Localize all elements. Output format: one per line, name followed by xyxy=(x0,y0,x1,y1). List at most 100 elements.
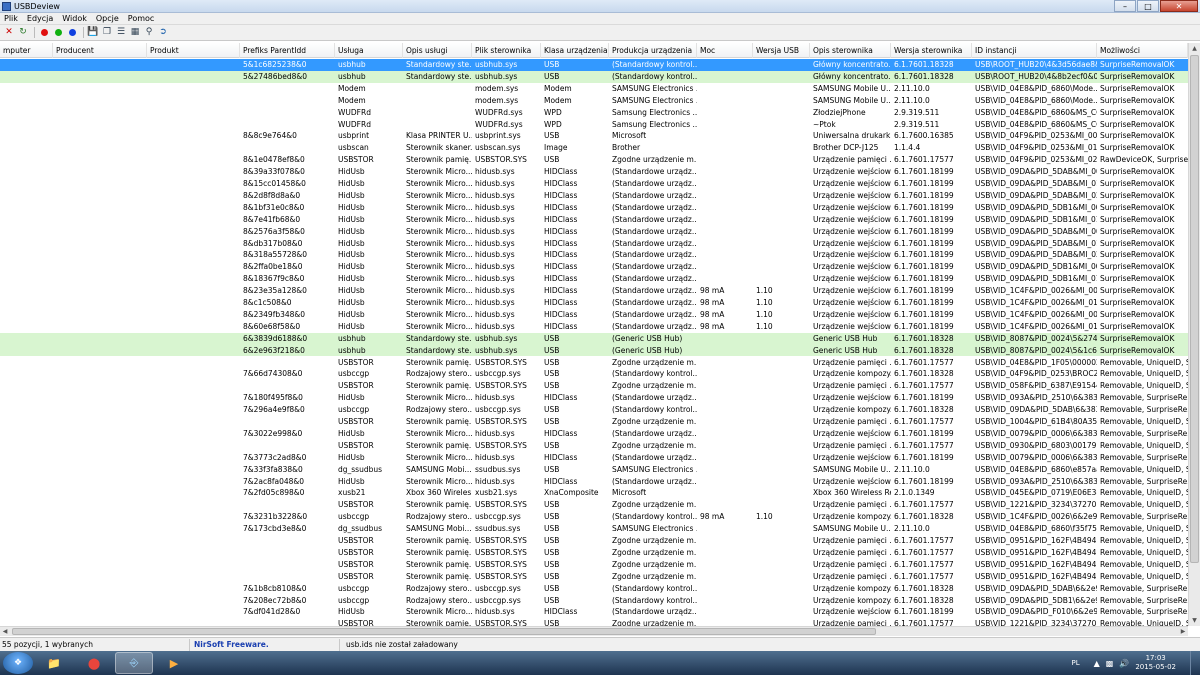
table-row[interactable]: 7&33f3fa838&0 dg_ssudbus SAMSUNG Mobi... ss… xyxy=(0,464,1188,476)
table-row[interactable]: 7&2ac8fa048&0 HidUsb Sterownik Micro... hid… xyxy=(0,476,1188,488)
table-row[interactable]: Modem modem.sys Modem SAMSUNG Electronics .… xyxy=(0,95,1188,107)
table-row[interactable]: 8&2d8f8d8a&0 HidUsb Sterownik Micro... hidu… xyxy=(0,190,1188,202)
table-row[interactable]: 8&1bf31e0c8&0 HidUsb Sterownik Micro... hid… xyxy=(0,202,1188,214)
table-row[interactable]: 7&3773c2ad8&0 HidUsb Sterownik Micro... hid… xyxy=(0,452,1188,464)
menu-opcje[interactable]: Opcje xyxy=(96,14,119,23)
find-icon[interactable]: ⚲ xyxy=(143,27,155,39)
maximize-button[interactable]: □ xyxy=(1137,0,1159,12)
table-row[interactable]: 8&2349fb348&0 HidUsb Sterownik Micro... hid… xyxy=(0,309,1188,321)
vertical-scrollbar[interactable]: ▲ ▼ xyxy=(1188,43,1200,626)
table-row[interactable]: 7&2fd05c898&0 xusb21 Xbox 360 Wireles... xu… xyxy=(0,487,1188,499)
table-row[interactable]: 7&1b8cb8108&0 usbccgp Rodzajowy stero... us… xyxy=(0,583,1188,595)
usbdeview-icon[interactable]: ⎆ xyxy=(115,652,153,674)
table-row[interactable]: 8&39a33f078&0 HidUsb Sterownik Micro... hid… xyxy=(0,166,1188,178)
start-button[interactable]: ❖ xyxy=(3,652,33,674)
title-bar[interactable]: USBDeview – □ ✕ xyxy=(0,0,1200,13)
exit-icon[interactable]: ➲ xyxy=(157,27,169,39)
blue-dot-icon[interactable] xyxy=(66,27,78,39)
media-player-icon[interactable]: ▶ xyxy=(155,652,193,674)
column-header-8[interactable]: Produkcja urządzenia xyxy=(609,43,697,58)
column-header-11[interactable]: Opis sterownika xyxy=(810,43,891,58)
table-row[interactable]: 8&18367f9c8&0 HidUsb Sterownik Micro... hid… xyxy=(0,273,1188,285)
language-indicator[interactable]: PL xyxy=(1072,659,1080,667)
column-header-3[interactable]: Prefiks ParentIdd xyxy=(240,43,335,58)
refresh-icon[interactable]: ↻ xyxy=(17,27,29,39)
table-row[interactable]: 8&2576a3f58&0 HidUsb Sterownik Micro... hid… xyxy=(0,226,1188,238)
table-row[interactable]: 8&15cc01458&0 HidUsb Sterownik Micro... hid… xyxy=(0,178,1188,190)
table-row[interactable]: 7&180f495f8&0 HidUsb Sterownik Micro... hid… xyxy=(0,392,1188,404)
horizontal-scroll-thumb[interactable] xyxy=(12,628,876,635)
close-button[interactable]: ✕ xyxy=(1160,0,1198,12)
menu-widok[interactable]: Widok xyxy=(62,14,87,23)
column-header-6[interactable]: Plik sterownika xyxy=(472,43,541,58)
column-header-5[interactable]: Opis usługi xyxy=(403,43,472,58)
html-report-icon[interactable]: ▦ xyxy=(129,27,141,39)
table-row[interactable]: 7&66d74308&0 usbccgp Rodzajowy stero... usb… xyxy=(0,368,1188,380)
table-row[interactable]: USBSTOR Sterownik pamię... USBSTOR.SYS USB Z… xyxy=(0,547,1188,559)
table-row[interactable]: 8&60e68f58&0 HidUsb Sterownik Micro... hidu… xyxy=(0,321,1188,333)
scroll-right-icon[interactable]: ▶ xyxy=(1178,627,1188,636)
table-row[interactable]: 8&8c9e764&0 usbprint Klasa PRINTER U... usb… xyxy=(0,130,1188,142)
scroll-up-icon[interactable]: ▲ xyxy=(1189,43,1200,54)
clock[interactable]: 17:03 2015-05-02 xyxy=(1135,654,1176,672)
table-row[interactable]: 7&173cbd3e8&0 dg_ssudbus SAMSUNG Mobi... ss… xyxy=(0,523,1188,535)
column-header-9[interactable]: Moc xyxy=(697,43,753,58)
table-row[interactable]: 8&c1c508&0 HidUsb Sterownik Micro... hidusb… xyxy=(0,297,1188,309)
table-row[interactable]: WUDFRd WUDFRd.sys WPD Samsung Electronics .… xyxy=(0,107,1188,119)
column-header-14[interactable]: Możliwości xyxy=(1097,43,1188,58)
table-row[interactable]: USBSTOR Sterownik pamię... USBSTOR.SYS USB Z… xyxy=(0,380,1188,392)
table-row[interactable]: 6&2e963f218&0 usbhub Standardowy ste... usb… xyxy=(0,344,1188,357)
table-row[interactable]: 8&db317b08&0 HidUsb Sterownik Micro... hidu… xyxy=(0,238,1188,250)
scroll-left-icon[interactable]: ◀ xyxy=(0,627,10,636)
table-row[interactable]: USBSTOR Sterownik pamię... USBSTOR.SYS USB Z… xyxy=(0,618,1188,626)
column-header-7[interactable]: Klasa urządzenia xyxy=(541,43,609,58)
table-row[interactable]: USBSTOR Sterownik pamię... USBSTOR.SYS USB Z… xyxy=(0,535,1188,547)
table-row[interactable]: USBSTOR Sterownik pamię... USBSTOR.SYS USB Z… xyxy=(0,499,1188,511)
chrome-icon[interactable]: ⬤ xyxy=(75,652,113,674)
table-row[interactable]: 7&208ec72b8&0 usbccgp Rodzajowy stero... us… xyxy=(0,595,1188,607)
menu-plik[interactable]: Plik xyxy=(4,14,18,23)
table-row[interactable]: USBSTOR Sterownik pamię... USBSTOR.SYS USB Z… xyxy=(0,440,1188,452)
green-dot-icon[interactable] xyxy=(52,27,64,39)
menu-edycja[interactable]: Edycja xyxy=(27,14,53,23)
device-list[interactable]: mputer Producent Produkt Prefiks ParentIdd U… xyxy=(0,43,1188,626)
table-row[interactable]: 7&3231b3228&0 usbccgp Rodzajowy stero... us… xyxy=(0,511,1188,523)
table-row[interactable]: 5&1c6825238&0 usbhub Standardowy ste... usb… xyxy=(0,59,1188,71)
table-row[interactable]: 7&296a4e9f8&0 usbccgp Rodzajowy stero... us… xyxy=(0,404,1188,416)
show-desktop-button[interactable] xyxy=(1190,651,1200,675)
column-header-12[interactable]: Wersja sterownika xyxy=(891,43,972,58)
table-row[interactable]: Modem modem.sys Modem SAMSUNG Electronics .… xyxy=(0,83,1188,95)
column-header-0[interactable]: mputer xyxy=(0,43,53,58)
horizontal-scrollbar[interactable]: ◀ ▶ xyxy=(0,626,1188,636)
properties-icon[interactable]: ☰ xyxy=(115,27,127,39)
tray-arrow-icon[interactable]: ▲ xyxy=(1094,659,1100,668)
column-header-10[interactable]: Wersja USB xyxy=(753,43,810,58)
table-row[interactable]: USBSTOR Sterownik pamię... USBSTOR.SYS USB Z… xyxy=(0,559,1188,571)
column-header-4[interactable]: Usługa xyxy=(335,43,403,58)
table-row[interactable]: 8&1e0478ef8&0 USBSTOR Sterownik pamię... US… xyxy=(0,154,1188,166)
vertical-scroll-thumb[interactable] xyxy=(1190,55,1199,563)
table-row[interactable]: WUDFRd WUDFRd.sys WPD Samsung Electronics .… xyxy=(0,119,1188,131)
column-header-2[interactable]: Produkt xyxy=(147,43,240,58)
disconnect-icon[interactable]: ✕ xyxy=(3,27,15,39)
table-row[interactable]: 8&23e35a128&0 HidUsb Sterownik Micro... hid… xyxy=(0,285,1188,297)
table-row[interactable]: 8&2ffa0be18&0 HidUsb Sterownik Micro... hid… xyxy=(0,261,1188,273)
table-row[interactable]: USBSTOR Sterownik pamię... USBSTOR.SYS USB Z… xyxy=(0,571,1188,583)
table-row[interactable]: 8&318a55728&0 HidUsb Sterownik Micro... hid… xyxy=(0,249,1188,261)
volume-icon[interactable]: 🔊 xyxy=(1119,659,1129,668)
table-row[interactable]: 7&3022e998&0 HidUsb Sterownik Micro... hidu… xyxy=(0,428,1188,440)
table-row[interactable]: usbscan Sterownik skaner... usbscan.sys Ima… xyxy=(0,142,1188,154)
copy-icon[interactable]: ❐ xyxy=(101,27,113,39)
table-row[interactable]: 8&7e41fb68&0 HidUsb Sterownik Micro... hidu… xyxy=(0,214,1188,226)
table-row[interactable]: 7&df041d28&0 HidUsb Sterownik Micro... hidu… xyxy=(0,606,1188,618)
column-header-13[interactable]: ID instancji xyxy=(972,43,1097,58)
menu-pomoc[interactable]: Pomoc xyxy=(128,14,155,23)
column-header-1[interactable]: Producent xyxy=(53,43,147,58)
network-icon[interactable]: ▩ xyxy=(1106,659,1114,668)
windows-explorer-folder-icon[interactable]: 📁 xyxy=(35,652,73,674)
nirsoft-link[interactable]: NirSoft Freeware. http://www.nirsoft.net xyxy=(190,638,340,661)
scroll-down-icon[interactable]: ▼ xyxy=(1189,615,1200,626)
save-icon[interactable]: 💾 xyxy=(87,27,99,39)
table-row[interactable]: USBSTOR Sterownik pamię... USBSTOR.SYS USB Z… xyxy=(0,416,1188,428)
table-row[interactable]: USBSTOR Sterownik pamię... USBSTOR.SYS USB Z… xyxy=(0,357,1188,369)
